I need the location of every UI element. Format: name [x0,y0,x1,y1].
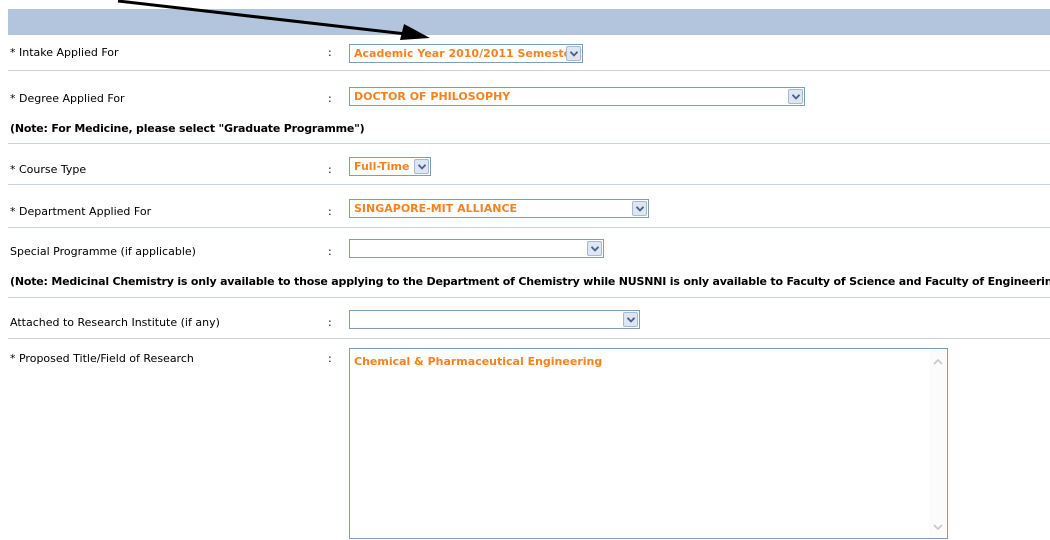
research-title-colon: : [328,352,332,365]
special-programme-label: Special Programme (if applicable) [10,245,196,258]
research-title-value: Chemical & Pharmaceutical Engineering [354,355,603,368]
department-colon: : [328,205,332,218]
chevron-down-icon[interactable] [788,89,803,104]
chevron-down-icon[interactable] [414,159,429,174]
department-select[interactable]: SINGAPORE-MIT ALLIANCE [349,199,649,218]
intake-select[interactable]: Academic Year 2010/2011 Semester 1 [349,44,583,63]
research-institute-colon: : [328,316,332,329]
note-chemistry: (Note: Medicinal Chemistry is only avail… [10,275,1050,288]
course-type-label: * Course Type [10,163,87,176]
special-programme-select[interactable] [349,239,604,258]
chevron-down-icon[interactable] [587,241,602,256]
research-institute-label: Attached to Research Institute (if any) [10,316,220,329]
research-institute-select[interactable] [349,310,640,329]
degree-select-value: DOCTOR OF PHILOSOPHY [354,90,511,103]
chevron-down-icon[interactable] [566,46,581,61]
course-type-select-value: Full-Time [354,160,410,173]
course-type-colon: : [328,163,332,176]
degree-label: * Degree Applied For [10,92,125,105]
research-title-textarea[interactable]: Chemical & Pharmaceutical Engineering [349,348,948,539]
department-label: * Department Applied For [10,205,152,218]
scroll-down-icon[interactable] [930,519,946,535]
chevron-down-icon[interactable] [632,201,647,216]
intake-select-value: Academic Year 2010/2011 Semester 1 [354,47,583,60]
form-header-bar [8,9,1050,35]
intake-colon: : [328,46,332,59]
department-select-value: SINGAPORE-MIT ALLIANCE [354,202,518,215]
research-title-label: * Proposed Title/Field of Research [10,352,194,365]
special-programme-colon: : [328,245,332,258]
row-divider [8,70,1050,71]
textarea-scrollbar[interactable] [930,350,946,537]
scroll-up-icon[interactable] [930,354,946,370]
row-divider [8,338,1050,339]
course-type-select[interactable]: Full-Time [349,157,431,176]
intake-label: * Intake Applied For [10,46,119,59]
row-divider [8,184,1050,185]
row-divider [8,227,1050,228]
degree-colon: : [328,92,332,105]
degree-select[interactable]: DOCTOR OF PHILOSOPHY [349,87,805,106]
row-divider [8,297,1050,298]
chevron-down-icon[interactable] [623,312,638,327]
row-divider [8,143,1050,144]
note-medicine: (Note: For Medicine, please select "Grad… [10,122,365,135]
